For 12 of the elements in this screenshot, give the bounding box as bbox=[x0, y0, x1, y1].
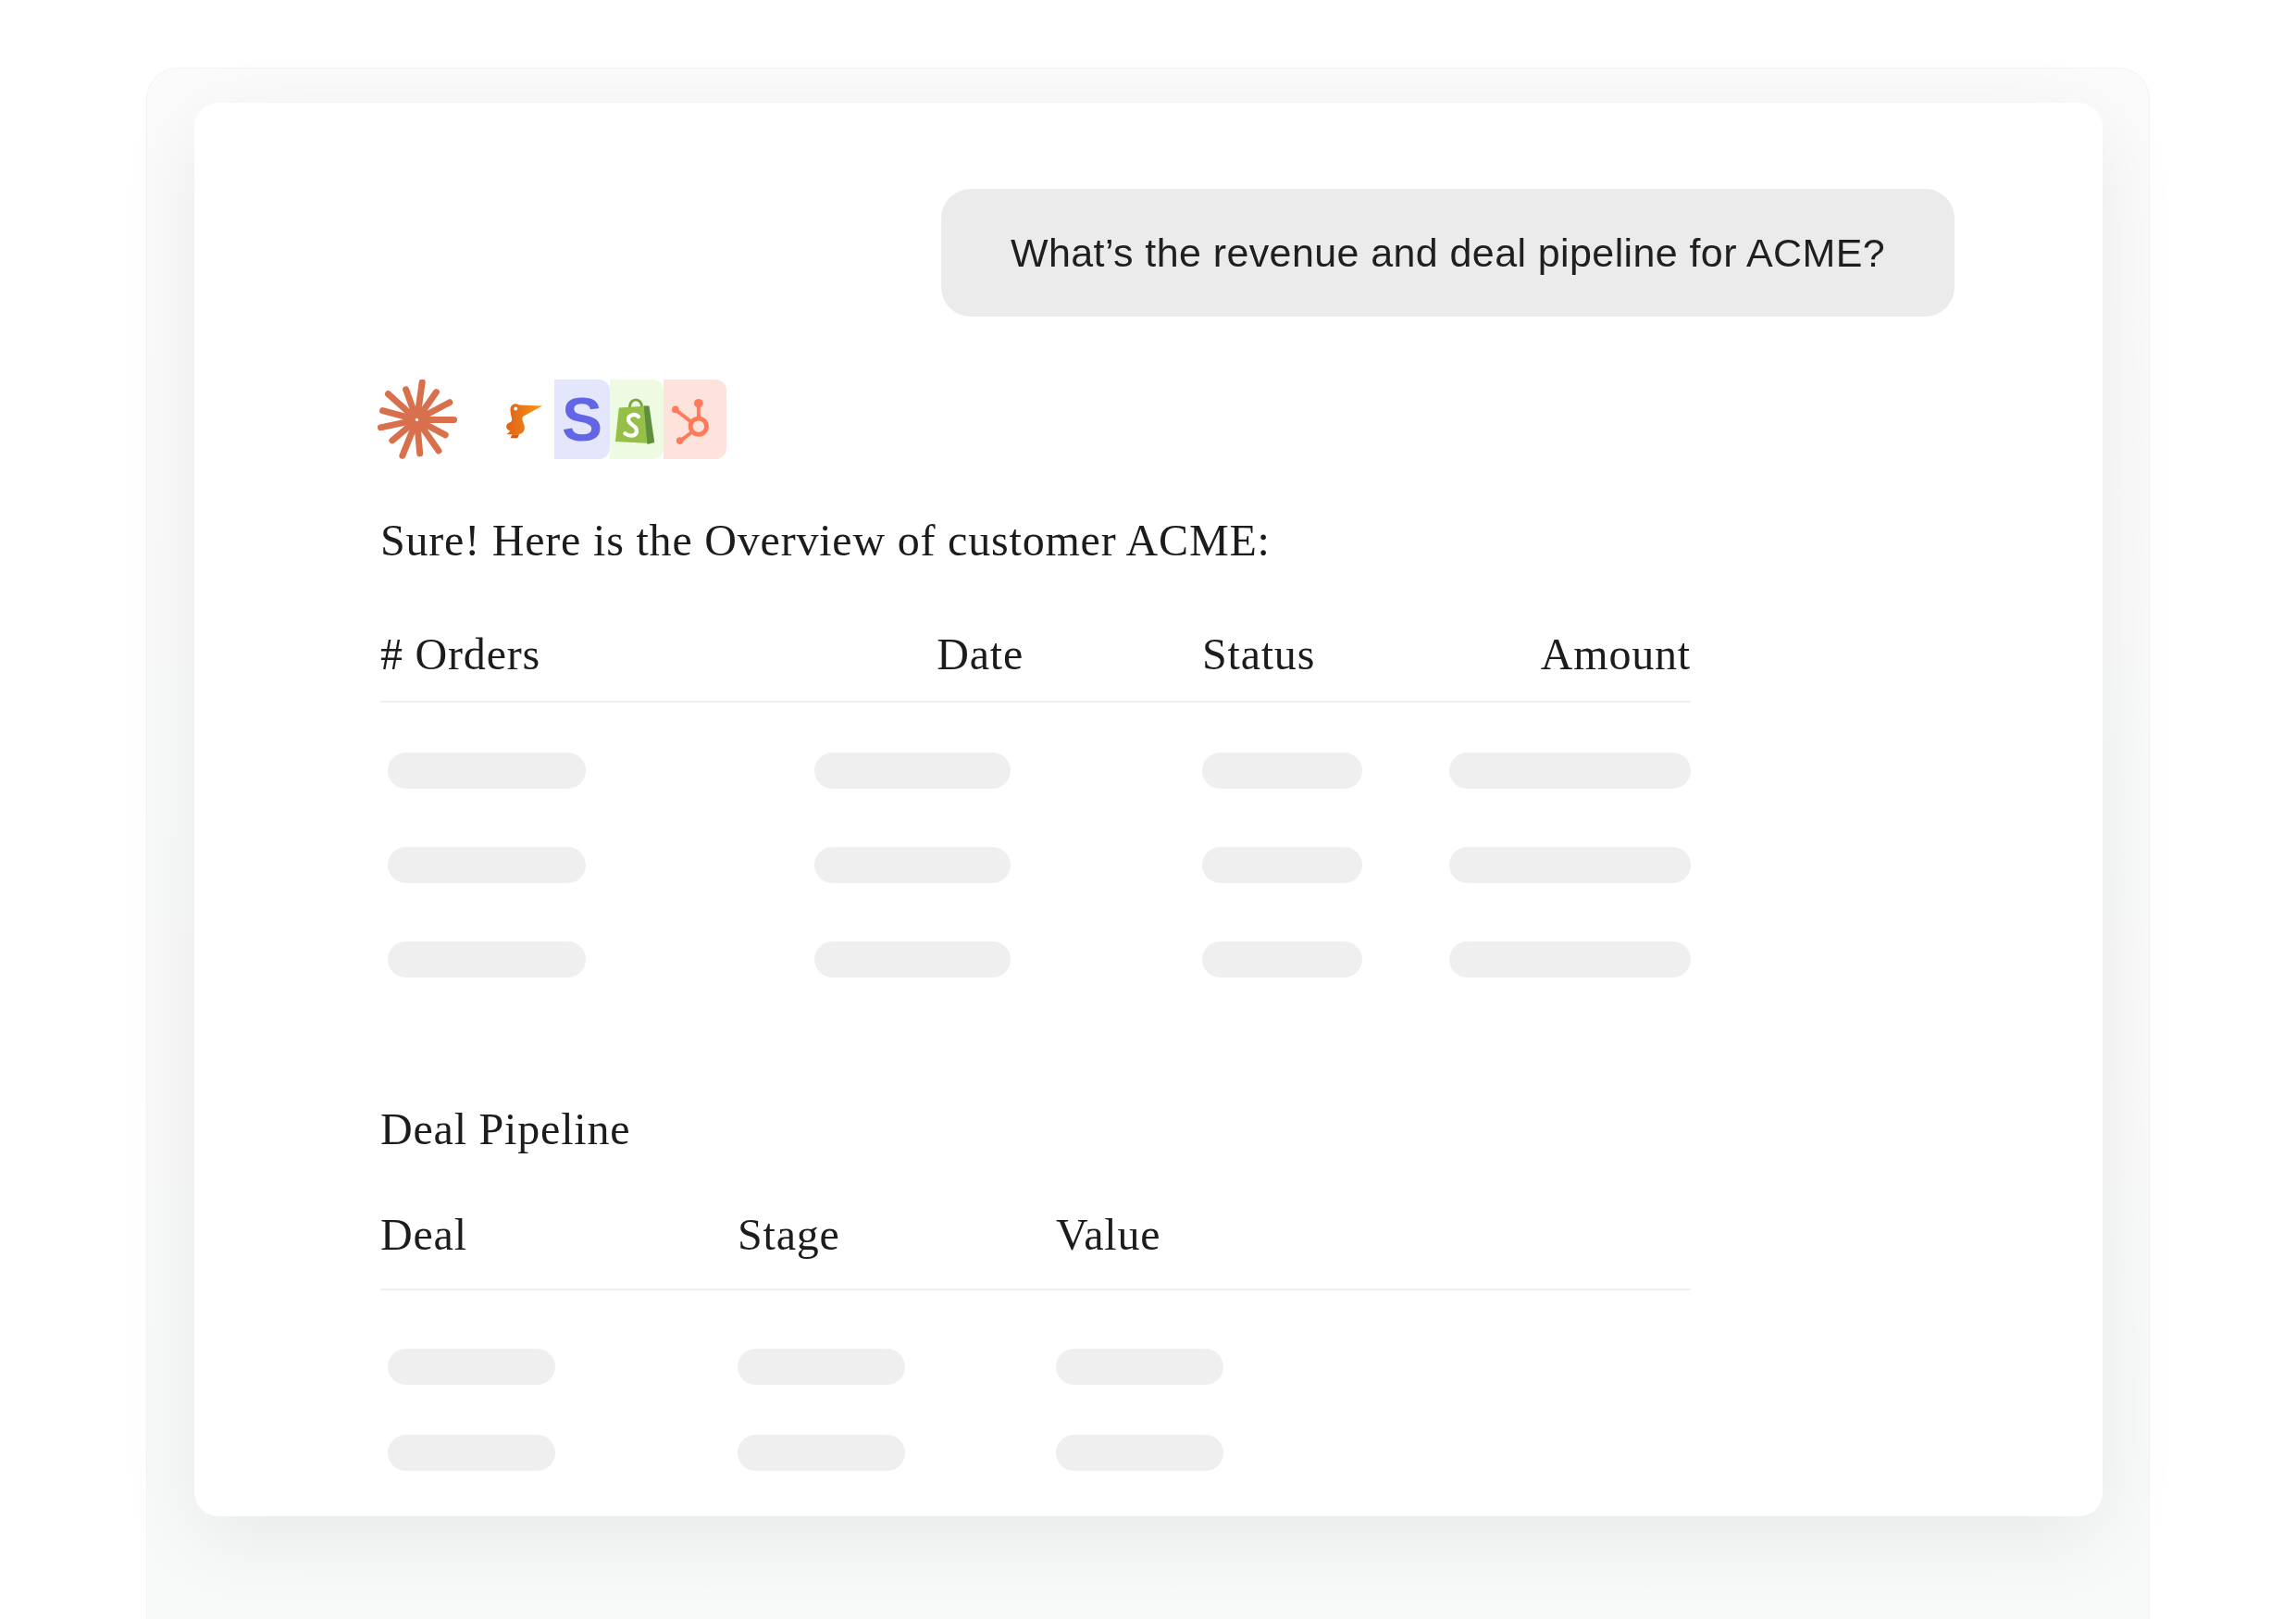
column-header: # Orders bbox=[380, 629, 541, 680]
column-header: Date bbox=[937, 629, 1024, 680]
column-header: Deal bbox=[380, 1209, 467, 1261]
column-header: Stage bbox=[738, 1209, 840, 1261]
letter-logo-icon: S bbox=[554, 380, 610, 459]
column-header: Value bbox=[1056, 1209, 1161, 1261]
column-header: Amount bbox=[1540, 629, 1691, 680]
assistant-reply-text: Sure! Here is the Overview of customer ACME: bbox=[380, 515, 1272, 567]
starburst-icon bbox=[377, 379, 457, 460]
section-title: Deal Pipeline bbox=[380, 1103, 632, 1155]
column-header: Status bbox=[1202, 629, 1316, 680]
user-message-bubble: What’s the revenue and deal pipeline for ACME? bbox=[941, 189, 1955, 317]
